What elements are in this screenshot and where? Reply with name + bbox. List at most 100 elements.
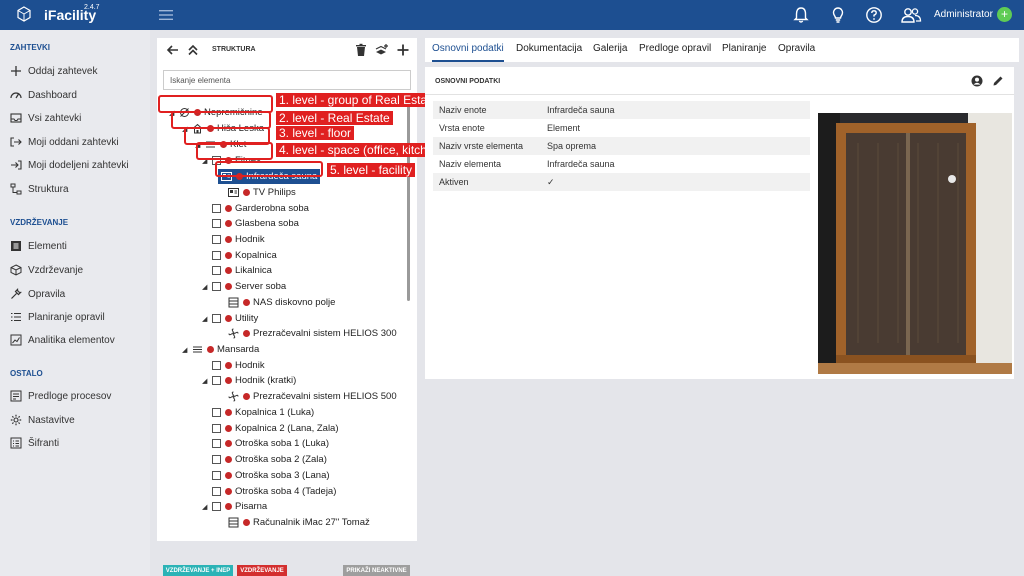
sidebar-item-vsi-zahtevki[interactable]: Vsi zahtevki [10,109,81,127]
tree-node[interactable]: Otroška soba 1 (Luka) [202,436,329,451]
show-inactive-button[interactable]: PRIKAŽI NEAKTIVNE [343,565,410,576]
tree-node-label: Otroška soba 4 (Tadeja) [235,486,337,497]
node-checkbox[interactable] [212,282,221,291]
expand-toggle-icon[interactable]: ◢ [182,346,192,354]
node-checkbox[interactable] [212,235,221,244]
node-checkbox[interactable] [212,266,221,275]
node-checkbox[interactable] [212,314,221,323]
tab-planiranje[interactable]: Planiranje [722,43,766,54]
node-checkbox[interactable] [212,487,221,496]
node-checkbox[interactable] [212,408,221,417]
sidebar-item-label: Dashboard [28,89,77,101]
tree-node[interactable]: ◢ Utility [202,311,258,326]
tree-node[interactable]: Hodnik [202,358,265,373]
status-dot [225,205,232,212]
status-dot [225,377,232,384]
tree-node-label: Računalnik iMac 27" Tomaž [253,517,370,528]
back-arrow-icon[interactable] [166,43,180,57]
node-checkbox[interactable] [212,219,221,228]
tree-node[interactable]: ◢ Pisarna [202,499,267,514]
sidebar-item-vzdrzevanje[interactable]: Vzdrževanje [10,261,83,279]
expand-toggle-icon[interactable]: ◢ [202,377,212,385]
add-icon[interactable]: + [997,7,1012,22]
tree-node[interactable]: ◢ Hodnik (kratki) [202,373,296,388]
tree-node[interactable]: Prezračevalni sistem HELIOS 500 [218,389,397,404]
sidebar-item-moji-oddani-zahtevki[interactable]: Moji oddani zahtevki [10,133,119,151]
search-input[interactable] [163,70,411,90]
tree-node[interactable]: TV Philips [218,185,296,200]
tree-node[interactable]: Garderobna soba [202,201,309,216]
expand-toggle-icon[interactable]: ◢ [202,315,212,323]
tab-osnovni-podatki[interactable]: Osnovni podatki [432,43,504,54]
tree-node[interactable]: Hodnik [202,232,265,247]
sidebar-item-label: Moji oddani zahtevki [28,136,119,148]
status-dot [243,519,250,526]
help-icon[interactable] [865,6,883,24]
trash-icon[interactable] [354,43,368,57]
tab-opravila[interactable]: Opravila [778,43,815,54]
tree-node[interactable]: Glasbena soba [202,216,299,231]
node-checkbox[interactable] [212,376,221,385]
sidebar-item-sifranti[interactable]: Šifranti [10,434,59,452]
collapse-all-icon[interactable] [186,43,200,57]
sidebar-item-planiranje-opravil[interactable]: Planiranje opravil [10,308,105,326]
add-icon[interactable] [396,43,410,57]
node-checkbox[interactable] [212,424,221,433]
tree-node[interactable]: ◢ Mansarda [182,342,259,357]
bell-icon[interactable] [792,6,810,24]
sidebar-item-opravila[interactable]: Opravila [10,285,65,303]
tree-node[interactable]: Otroška soba 4 (Tadeja) [202,484,336,499]
tree-node[interactable]: Likalnica [202,263,272,278]
tree-node[interactable]: Kopalnica [202,248,277,263]
tree-node[interactable]: NAS diskovno polje [218,295,335,310]
sidebar-item-moji-dodeljeni-zahtevki[interactable]: Moji dodeljeni zahtevki [10,156,129,174]
expand-toggle-icon[interactable]: ◢ [202,283,212,291]
tree-scrollbar[interactable] [407,101,410,301]
tree-node[interactable]: ◢ Server soba [202,279,286,294]
logo-icon [17,6,31,22]
vzdrzevanje-inep-button[interactable]: VZDRŽEVANJE + INEP [163,565,233,576]
lightbulb-icon[interactable] [829,6,847,24]
node-checkbox[interactable] [212,502,221,511]
sidebar-item-nastavitve[interactable]: Nastavitve [10,411,75,429]
tab-predloge-opravil[interactable]: Predloge opravil [639,43,711,54]
status-dot [243,393,250,400]
node-checkbox[interactable] [212,439,221,448]
node-checkbox[interactable] [212,204,221,213]
node-checkbox[interactable] [212,471,221,480]
annotation-label-level-1: 1. level - group of Real Estate [276,93,441,107]
tree-node[interactable]: Otroška soba 2 (Zala) [202,452,327,467]
button-label: VZDRŽEVANJE + INEP [165,568,231,574]
edit-icon[interactable] [992,75,1004,87]
sidebar-item-dashboard[interactable]: Dashboard [10,86,77,104]
tree-node[interactable]: Otroška soba 3 (Lana) [202,468,330,483]
add-layer-icon[interactable] [375,43,389,57]
menu-toggle-icon[interactable] [158,8,174,22]
tab-dokumentacija[interactable]: Dokumentacija [516,43,582,54]
tree-node[interactable]: Kopalnica 1 (Luka) [202,405,314,420]
tab-galerija[interactable]: Galerija [593,43,627,54]
tree-node-label: Utility [235,313,259,324]
user-menu[interactable]: Administrator [934,9,993,20]
list-icon [10,311,22,323]
tree-node[interactable]: Računalnik iMac 27" Tomaž [218,515,370,530]
sidebar-item-label: Planiranje opravil [28,311,105,323]
structure-icon [10,183,22,195]
sidebar-item-elementi[interactable]: Elementi [10,237,67,255]
node-checkbox[interactable] [212,251,221,260]
sidebar-item-oddaj-zahtevek[interactable]: Oddaj zahtevek [10,62,98,80]
expand-toggle-icon[interactable]: ◢ [202,503,212,511]
node-checkbox[interactable] [212,455,221,464]
user-circle-icon[interactable] [971,75,983,87]
facility-icon [228,187,239,198]
sidebar-item-struktura[interactable]: Struktura [10,180,69,198]
tree-node[interactable]: Prezračevalni sistem HELIOS 300 [218,326,397,341]
sidebar-item-analitika-elementov[interactable]: Analitika elementov [10,331,115,349]
codebook-icon [10,437,22,449]
vzdrzevanje-button[interactable]: VZDRŽEVANJE [237,565,287,576]
node-checkbox[interactable] [212,361,221,370]
sidebar-item-predloge-procesov[interactable]: Predloge procesov [10,387,111,405]
tree-node[interactable]: Kopalnica 2 (Lana, Zala) [202,421,339,436]
users-icon[interactable] [900,6,922,24]
element-photo[interactable] [818,113,1012,374]
